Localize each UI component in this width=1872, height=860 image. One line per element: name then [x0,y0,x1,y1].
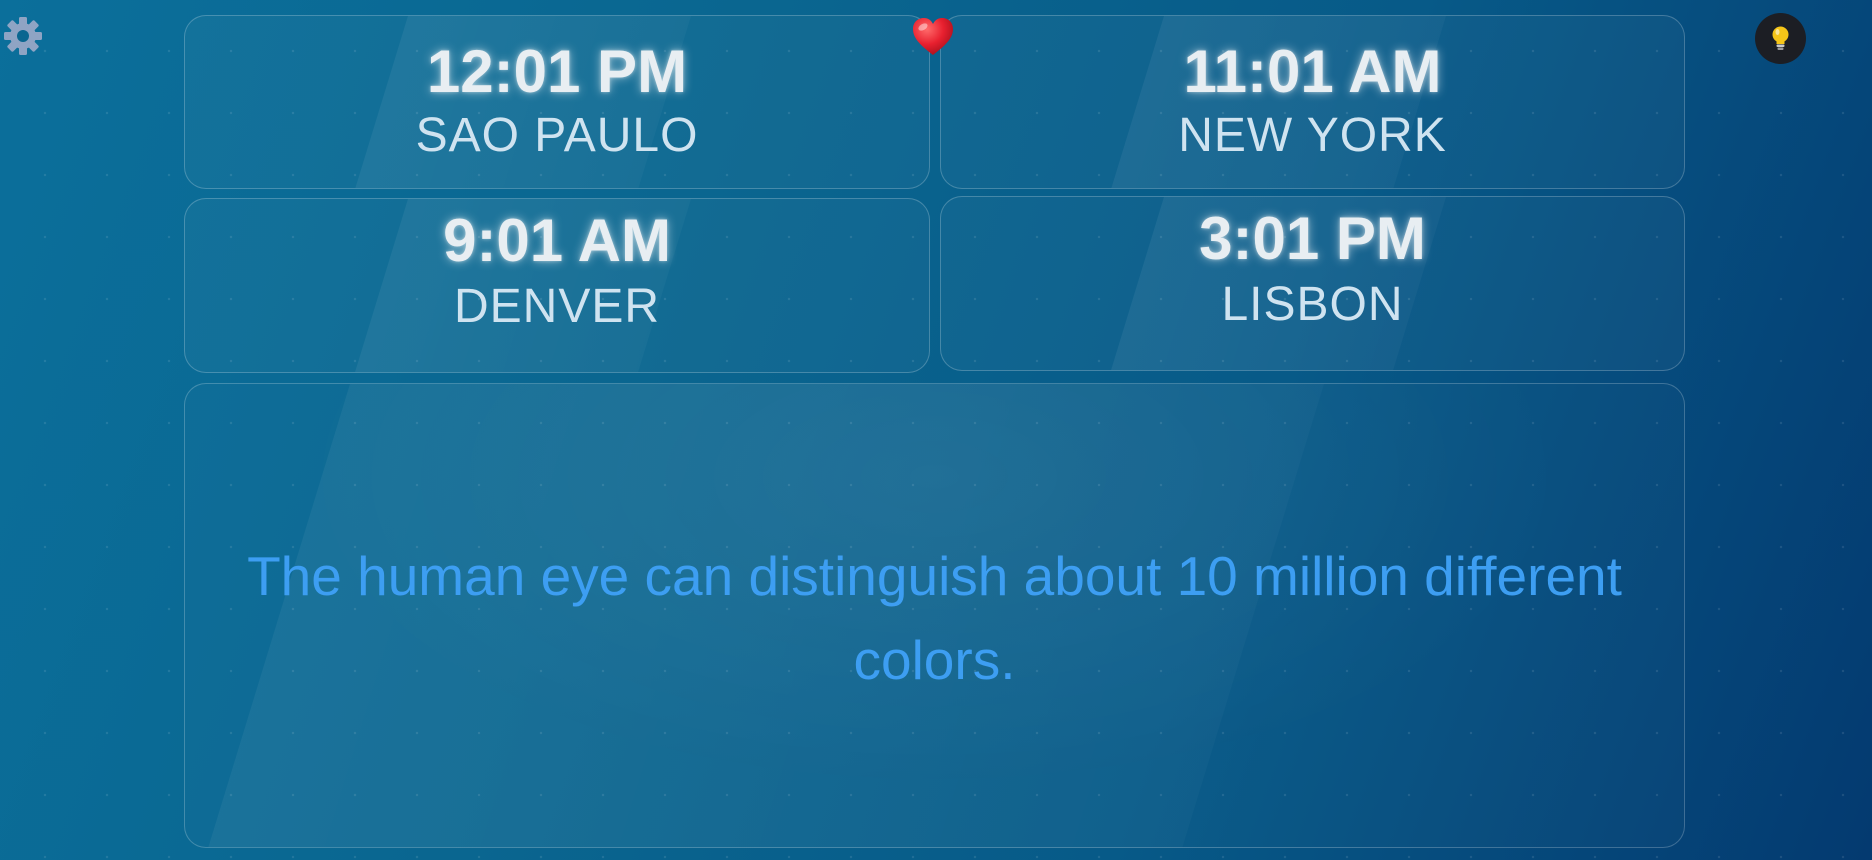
tip-lightbulb-button[interactable] [1755,13,1806,64]
clock-time: 3:01 PM [1199,205,1426,272]
clock-card-lisbon: 3:01 PM LISBON [940,196,1685,371]
clock-city: NEW YORK [1178,109,1447,162]
clock-time: 12:01 PM [426,38,688,105]
favorite-heart-icon[interactable] [910,14,956,60]
clock-time: 11:01 AM [1183,38,1442,105]
lightbulb-icon [1772,26,1789,50]
clock-card-sao-paulo: 12:01 PM SAO PAULO [184,15,930,189]
settings-gear-icon[interactable] [1,14,45,58]
fact-text: The human eye can distinguish about 10 m… [247,545,1622,691]
clock-card-denver: 9:01 AM DENVER [184,198,930,373]
fact-card: The human eye can distinguish about 10 m… [184,383,1685,848]
clock-city: SAO PAULO [415,109,699,162]
clock-city: DENVER [453,280,661,333]
clock-card-new-york: 11:01 AM NEW YORK [940,15,1685,189]
clock-time: 9:01 AM [443,207,671,274]
clock-city: LISBON [1221,278,1404,331]
